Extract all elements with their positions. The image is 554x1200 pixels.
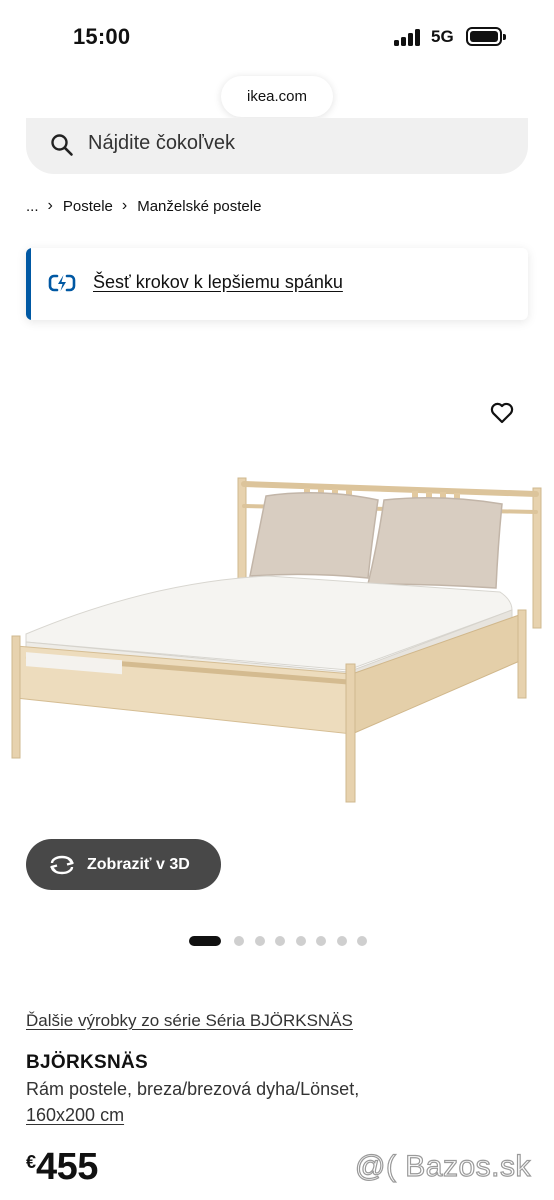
carousel-dot[interactable] — [234, 936, 244, 946]
breadcrumb: ... › Postele › Manželské postele — [26, 197, 261, 215]
carousel-dot-active[interactable] — [189, 936, 221, 946]
breadcrumb-item-manzelske-postele[interactable]: Manželské postele — [137, 198, 261, 215]
carousel-dot[interactable] — [357, 936, 367, 946]
image-carousel-dots — [189, 936, 378, 946]
view-3d-label: Zobraziť v 3D — [87, 855, 190, 873]
status-bar: 15:00 5G — [0, 0, 554, 70]
carousel-dot[interactable] — [254, 936, 265, 946]
banner-accent — [26, 248, 31, 320]
url-bar[interactable]: ikea.com — [221, 76, 333, 117]
breadcrumb-item-postele[interactable]: Postele — [63, 198, 113, 215]
product-image[interactable] — [0, 360, 554, 840]
search-placeholder[interactable]: Nájdite čokoľvek — [88, 132, 235, 155]
price-currency: € — [26, 1152, 37, 1172]
product-size-link[interactable]: 160x200 cm — [26, 1105, 124, 1126]
carousel-dot[interactable] — [336, 936, 347, 946]
price-amount: 455 — [36, 1146, 98, 1188]
series-link[interactable]: Ďalšie výrobky zo série Séria BJÖRKSNÄS — [26, 1011, 353, 1031]
product-price: €455 — [26, 1146, 98, 1189]
carousel-dot[interactable] — [316, 936, 326, 946]
heart-icon[interactable] — [489, 400, 515, 426]
signal-icon — [394, 29, 422, 46]
product-description: Rám postele, breza/brezová dyha/Lönset, — [26, 1079, 360, 1099]
search-icon — [51, 134, 73, 156]
battery-icon — [466, 27, 506, 46]
chevron-right-icon: › — [121, 197, 128, 214]
sleep-tips-banner[interactable]: Šesť krokov k lepšiemu spánku — [26, 248, 528, 320]
carousel-dot[interactable] — [295, 936, 306, 946]
rotate-3d-icon — [50, 855, 74, 874]
chevron-right-icon: › — [47, 197, 53, 214]
status-time: 15:00 — [73, 24, 131, 49]
bazos-watermark: @( Bazos.sk — [354, 1149, 531, 1183]
breadcrumb-ellipsis[interactable]: ... — [26, 198, 39, 215]
view-3d-button[interactable]: Zobraziť v 3D — [26, 839, 221, 890]
sleep-tips-link[interactable]: Šesť krokov k lepšiemu spánku — [93, 272, 343, 293]
network-label: 5G — [431, 27, 454, 46]
moon-bolt-icon — [48, 274, 76, 292]
carousel-dot[interactable] — [275, 936, 285, 946]
product-name: BJÖRKSNÄS — [26, 1052, 148, 1073]
